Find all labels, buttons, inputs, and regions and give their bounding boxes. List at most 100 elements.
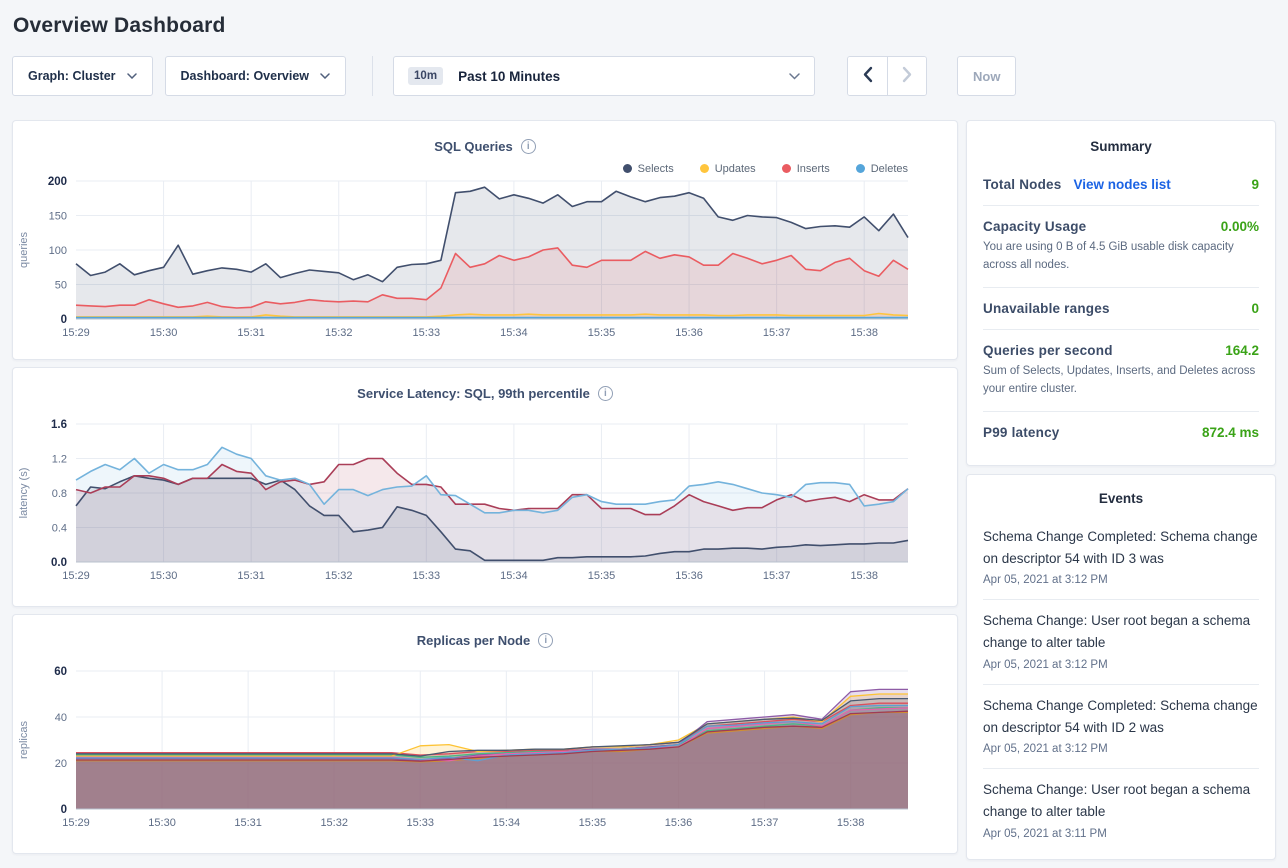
view-nodes-list-link[interactable]: View nodes list <box>1073 177 1170 192</box>
legend-dot-icon <box>856 164 865 173</box>
legend-dot-icon <box>623 164 632 173</box>
chevron-down-icon <box>320 73 330 79</box>
svg-text:15:34: 15:34 <box>500 570 528 582</box>
next-range-button[interactable] <box>887 57 926 95</box>
sidebar-column: Summary Total Nodes View nodes list 9 Ca… <box>966 120 1276 860</box>
charts-column: SQL Queries i Selects Updates Inserts Delet… <box>12 120 958 854</box>
chevron-down-icon <box>789 73 800 80</box>
chevron-left-icon <box>862 66 874 86</box>
chart-title: Service Latency: SQL, 99th percentile <box>357 386 590 401</box>
dashboard-dropdown[interactable]: Dashboard: Overview <box>165 56 347 96</box>
svg-text:15:35: 15:35 <box>579 817 607 829</box>
events-heading: Events <box>983 491 1259 516</box>
svg-text:1.2: 1.2 <box>52 454 67 466</box>
now-button[interactable]: Now <box>957 56 1016 96</box>
svg-text:60: 60 <box>54 666 67 678</box>
event-text: Schema Change: User root began a schema … <box>983 610 1259 655</box>
event-time: Apr 05, 2021 at 3:12 PM <box>983 574 1259 586</box>
events-panel: Events Schema Change Completed: Schema c… <box>966 474 1276 860</box>
svg-text:0.0: 0.0 <box>51 557 67 569</box>
svg-text:15:31: 15:31 <box>237 327 265 339</box>
svg-text:15:32: 15:32 <box>325 570 353 582</box>
sql-queries-chart-card: SQL Queries i Selects Updates Inserts Delet… <box>12 120 958 360</box>
svg-text:15:30: 15:30 <box>150 327 178 339</box>
legend-dot-icon <box>782 164 791 173</box>
legend-item-updates[interactable]: Updates <box>700 162 756 175</box>
graph-dropdown[interactable]: Graph: Cluster <box>12 56 153 96</box>
event-time: Apr 05, 2021 at 3:12 PM <box>983 743 1259 755</box>
range-label: Past 10 Minutes <box>458 69 774 84</box>
service-latency-chart-card: Service Latency: SQL, 99th percentile i … <box>12 367 958 607</box>
main-content: SQL Queries i Selects Updates Inserts Delet… <box>12 120 1276 860</box>
svg-text:20: 20 <box>55 758 67 770</box>
svg-text:15:30: 15:30 <box>148 817 176 829</box>
chevron-down-icon <box>127 73 137 79</box>
info-icon[interactable]: i <box>538 633 553 648</box>
total-nodes-row: Total Nodes View nodes list 9 <box>983 164 1259 205</box>
legend-label: Inserts <box>797 163 830 175</box>
svg-text:15:33: 15:33 <box>413 327 441 339</box>
service-latency-plot: 0.00.40.81.21.615:2915:3015:3115:3215:33… <box>13 404 957 588</box>
range-badge: 10m <box>408 67 443 85</box>
legend-item-deletes[interactable]: Deletes <box>856 162 908 175</box>
svg-text:15:30: 15:30 <box>150 570 178 582</box>
svg-text:15:36: 15:36 <box>675 570 703 582</box>
svg-text:200: 200 <box>48 176 67 188</box>
event-time: Apr 05, 2021 at 3:11 PM <box>983 828 1259 840</box>
toolbar-divider <box>372 56 373 96</box>
legend-dot-icon <box>700 164 709 173</box>
unavailable-ranges-value: 0 <box>1251 301 1259 316</box>
svg-text:queries: queries <box>18 231 30 268</box>
svg-text:15:37: 15:37 <box>763 570 791 582</box>
chart-title: Replicas per Node <box>417 633 530 648</box>
dashboard-dropdown-label: Dashboard: Overview <box>181 69 310 83</box>
svg-text:15:31: 15:31 <box>237 570 265 582</box>
svg-text:15:33: 15:33 <box>407 817 435 829</box>
p99-latency-value: 872.4 ms <box>1202 425 1259 440</box>
unavailable-ranges-label: Unavailable ranges <box>983 301 1110 316</box>
svg-text:40: 40 <box>55 712 67 724</box>
svg-text:1.6: 1.6 <box>51 419 67 431</box>
legend-label: Updates <box>715 163 756 175</box>
svg-text:100: 100 <box>49 245 67 257</box>
svg-text:replicas: replicas <box>18 721 30 759</box>
chart-legend: Selects Updates Inserts Deletes <box>13 157 957 175</box>
svg-text:15:38: 15:38 <box>850 327 878 339</box>
replicas-per-node-plot: 020406015:2915:3015:3115:3215:3315:3415:… <box>13 651 957 835</box>
svg-text:15:38: 15:38 <box>850 570 878 582</box>
sql-queries-plot: 05010015020015:2915:3015:3115:3215:3315:… <box>13 175 957 345</box>
prev-range-button[interactable] <box>848 57 887 95</box>
chart-title: SQL Queries <box>434 139 513 154</box>
svg-text:15:38: 15:38 <box>837 817 865 829</box>
legend-item-inserts[interactable]: Inserts <box>782 162 830 175</box>
svg-text:15:36: 15:36 <box>665 817 693 829</box>
unavailable-ranges-row: Unavailable ranges 0 <box>983 288 1259 329</box>
queries-per-second-label: Queries per second <box>983 343 1113 358</box>
toolbar: Graph: Cluster Dashboard: Overview 10m P… <box>12 56 1276 96</box>
event-text: Schema Change Completed: Schema change o… <box>983 695 1259 740</box>
event-time: Apr 05, 2021 at 3:12 PM <box>983 659 1259 671</box>
range-pager <box>847 56 927 96</box>
event-item: Schema Change: User root began a schema … <box>983 769 1259 853</box>
info-icon[interactable]: i <box>521 139 536 154</box>
svg-text:50: 50 <box>55 280 67 292</box>
legend-item-selects[interactable]: Selects <box>623 162 674 175</box>
time-range-selector[interactable]: 10m Past 10 Minutes <box>393 56 815 96</box>
svg-text:15:37: 15:37 <box>763 327 791 339</box>
info-icon[interactable]: i <box>598 386 613 401</box>
svg-text:15:29: 15:29 <box>62 817 90 829</box>
svg-text:15:32: 15:32 <box>320 817 348 829</box>
svg-text:15:34: 15:34 <box>500 327 528 339</box>
page-title: Overview Dashboard <box>0 0 1288 56</box>
svg-text:15:31: 15:31 <box>234 817 262 829</box>
capacity-usage-row: Capacity Usage 0.00% <box>983 206 1259 238</box>
svg-text:latency (s): latency (s) <box>18 468 30 519</box>
queries-per-second-desc: Sum of Selects, Updates, Inserts, and De… <box>983 362 1259 411</box>
capacity-usage-value: 0.00% <box>1221 219 1259 234</box>
event-text: Schema Change Completed: Schema change o… <box>983 526 1259 571</box>
event-text: Schema Change: User root began a schema … <box>983 779 1259 824</box>
p99-latency-row: P99 latency 872.4 ms <box>983 412 1259 453</box>
svg-text:0.4: 0.4 <box>52 523 67 535</box>
p99-latency-label: P99 latency <box>983 425 1060 440</box>
svg-text:15:29: 15:29 <box>62 327 90 339</box>
